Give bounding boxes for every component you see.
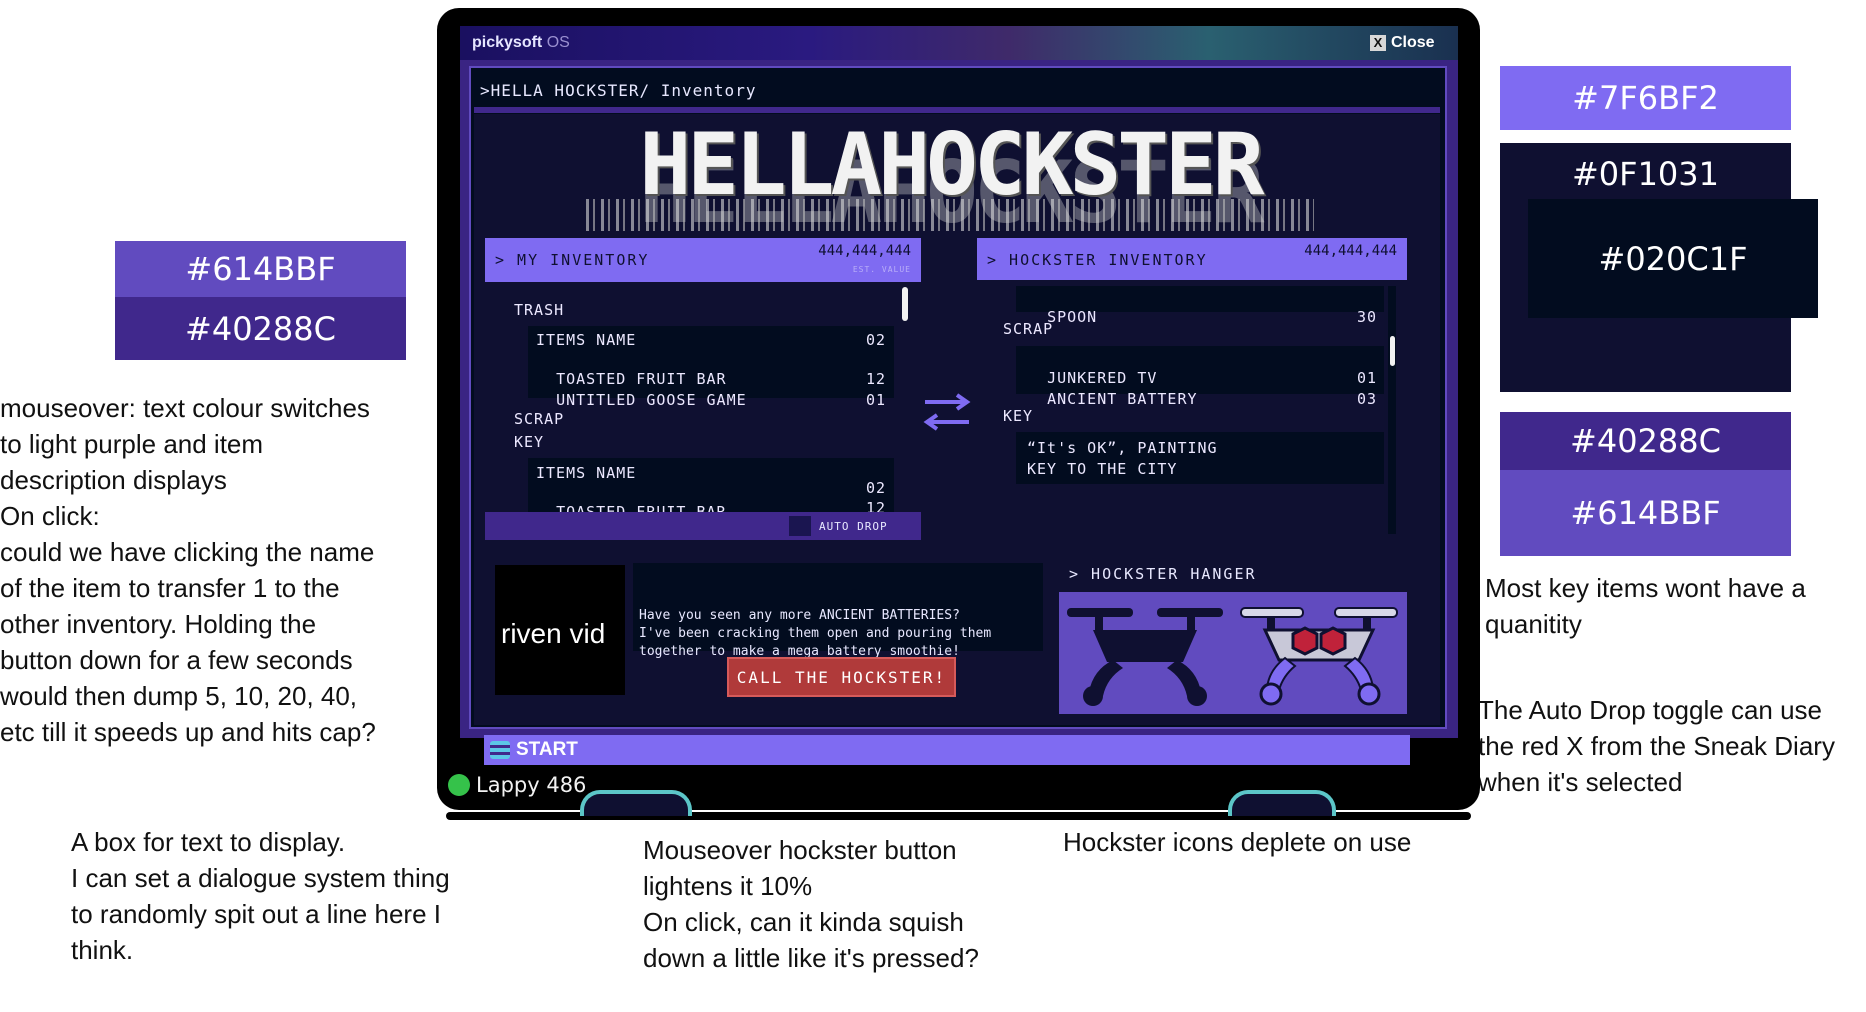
- call-hockster-label: CALL THE HOCKSTER!: [736, 668, 947, 687]
- list-item[interactable]: SPOON 30: [1027, 290, 1379, 326]
- note-mouseover: mouseover: text colour switches to light …: [0, 393, 376, 747]
- close-button[interactable]: X Close: [1370, 32, 1435, 54]
- my-inventory-title: > MY INVENTORY: [495, 251, 650, 269]
- call-hockster-button[interactable]: CALL THE HOCKSTER!: [727, 657, 956, 697]
- hockster-inventory-scrollbar[interactable]: [1390, 336, 1395, 366]
- trash-items-header-qty: 02: [866, 331, 887, 349]
- swatch-614bbf-right: #614BBF: [1500, 470, 1791, 556]
- note-key-items: Most key items wont have a quanitity: [1485, 573, 1806, 639]
- note-icons: Hockster icons deplete on use: [1063, 827, 1412, 857]
- hockster-inventory-scrollbar-track[interactable]: [1388, 286, 1396, 534]
- section-key-label: KEY: [514, 433, 545, 451]
- my-inventory-value: 444,444,444: [818, 243, 911, 259]
- transfer-arrows-icon[interactable]: [921, 392, 973, 432]
- swatch-40288c-left: #40288C: [115, 297, 406, 360]
- breadcrumb-bar: >HELLA HOCKSTER/ Inventory: [474, 75, 1440, 113]
- taskbar: [484, 735, 1410, 765]
- key-items-header: ITEMS NAME: [536, 464, 637, 482]
- drone-icon: [1237, 600, 1403, 710]
- video-label: riven vid: [501, 618, 606, 649]
- note-textbox: A box for text to display. I can set a di…: [71, 827, 450, 965]
- monitor-foot-right: [1228, 790, 1336, 816]
- dialogue-text-box: Have you seen any more ANCIENT BATTERIES…: [633, 563, 1043, 659]
- monitor-foot-left: [580, 790, 692, 816]
- drone-icon: [1063, 600, 1233, 710]
- trash-items-header: ITEMS NAME: [536, 331, 637, 349]
- swatch-0f1031: #0F1031: [1571, 155, 1719, 193]
- start-button[interactable]: START: [490, 737, 600, 763]
- start-icon: [490, 741, 510, 759]
- auto-drop-label: AUTO DROP: [819, 520, 888, 533]
- swatch-020c1f: #020C1F: [1528, 199, 1818, 318]
- note-hockster-button: Mouseover hockster button lightens it 10%…: [643, 835, 979, 973]
- close-icon: X: [1370, 35, 1386, 51]
- hockster-inventory-value: 444,444,444: [1304, 243, 1397, 259]
- hockster-inventory-header: > HOCKSTER INVENTORY 444,444,444: [977, 238, 1407, 280]
- swatch-40288c-right: #40288C: [1500, 412, 1791, 470]
- my-inventory-value-caption: EST. VALUE: [852, 265, 911, 274]
- section-key-label: KEY: [1003, 407, 1034, 425]
- list-item[interactable]: UNTITLED GOOSE GAME 01: [536, 373, 888, 409]
- section-trash-label: TRASH: [514, 301, 565, 319]
- list-item[interactable]: “It's OK”, PAINTING: [1027, 439, 1218, 457]
- video-box: riven vid: [493, 563, 627, 697]
- online-status-icon: [448, 774, 470, 796]
- note-auto-drop: The Auto Drop toggle can use the red X fr…: [1478, 695, 1835, 797]
- auto-drop-toggle[interactable]: [789, 516, 811, 536]
- swatch-614bbf-left: #614BBF: [115, 241, 406, 297]
- hanger-title: > HOCKSTER HANGER: [1069, 565, 1257, 583]
- list-item[interactable]: KEY TO THE CITY: [1027, 460, 1177, 478]
- hockster-inventory-title: > HOCKSTER INVENTORY: [987, 251, 1208, 269]
- brand: pickysoft OS: [472, 34, 570, 51]
- section-scrap-label: SCRAP: [514, 410, 565, 428]
- my-inventory-header: > MY INVENTORY 444,444,444 EST. VALUE: [485, 238, 921, 282]
- list-item[interactable]: ANCIENT BATTERY 03: [1027, 372, 1379, 408]
- section-scrap-label: SCRAP: [1003, 320, 1054, 338]
- swatch-7f6bf2: #7F6BF2: [1500, 66, 1791, 130]
- hanger-header: > HOCKSTER HANGER: [1059, 552, 1407, 592]
- hella-hockster-logo: HELLAHOCKSTER: [580, 115, 1320, 235]
- breadcrumb: >HELLA HOCKSTER/ Inventory: [480, 81, 757, 100]
- user-status: Lappy 486: [448, 770, 586, 800]
- titlebar: pickysoft OS X Close: [460, 26, 1458, 60]
- my-inventory-scrollbar[interactable]: [902, 287, 908, 321]
